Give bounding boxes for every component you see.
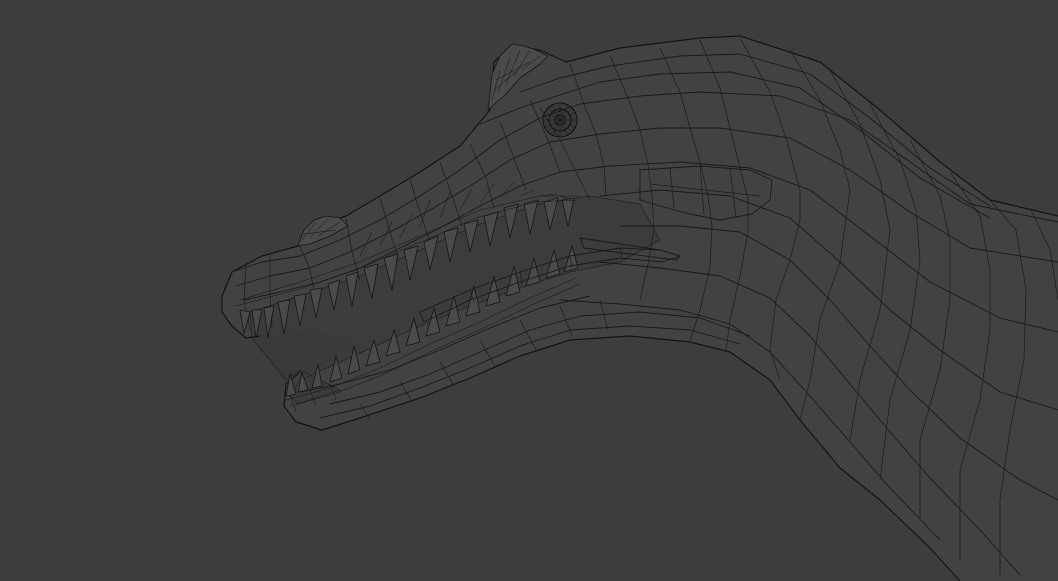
eye-mesh-icon bbox=[542, 102, 578, 138]
wireframe-mesh[interactable] bbox=[0, 0, 1058, 581]
3d-viewport[interactable] bbox=[0, 0, 1058, 581]
